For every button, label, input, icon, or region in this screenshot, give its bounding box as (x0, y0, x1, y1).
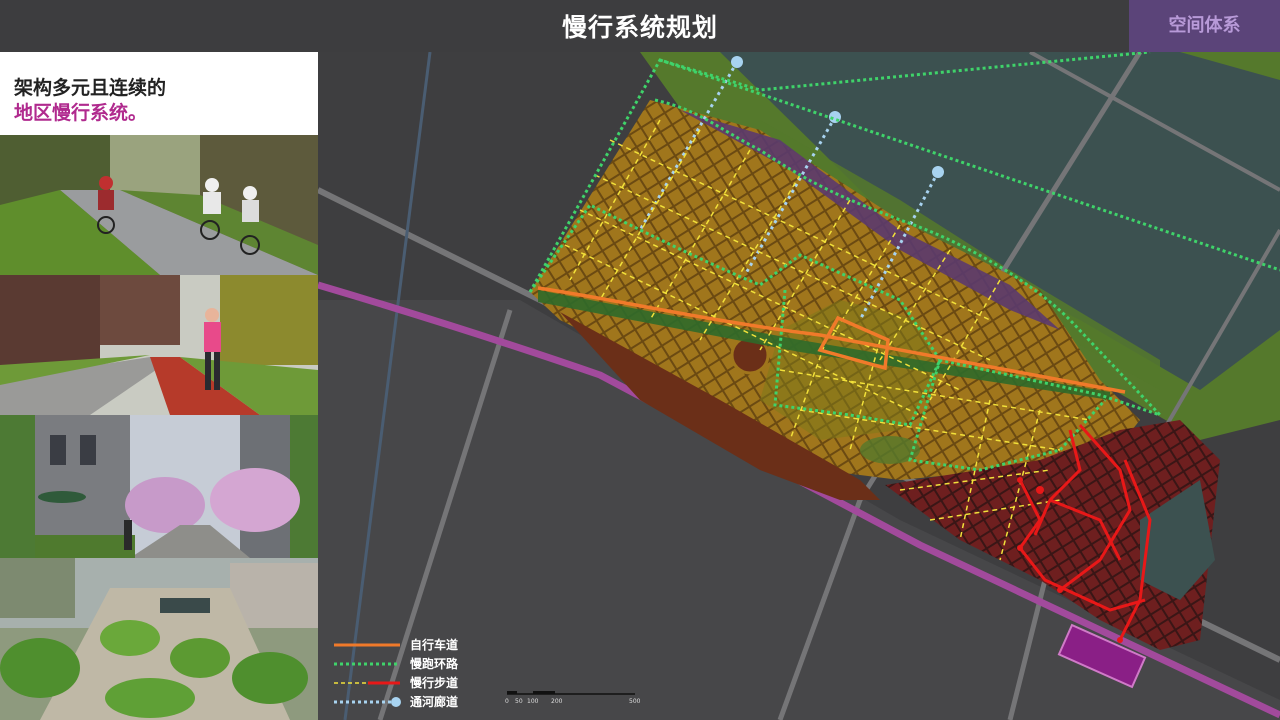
intro-line-1: 架构多元且连续的 (14, 77, 167, 99)
map-legend: 自行车道 慢跑环路 慢行步道 通河廊道 (332, 636, 492, 716)
photo-landscape-plaza (0, 558, 318, 720)
legend-item-jogging-loop: 慢跑环路 (332, 655, 492, 673)
legend-label: 通河廊道 (410, 695, 459, 709)
scale-bar: 0 50 100 200 500 (505, 688, 641, 708)
legend-label: 自行车道 (410, 638, 459, 652)
bike-lane-swatch (334, 643, 400, 647)
scale-tick: 0 (505, 698, 509, 705)
section-tab[interactable]: 空间体系 (1129, 0, 1280, 52)
intro-panel: 架构多元且连续的 地区慢行系统。 (0, 52, 318, 135)
legend-label: 慢行步道 (410, 676, 459, 690)
legend-item-bike-lane: 自行车道 (332, 636, 492, 654)
intro-line-2: 地区慢行系统。 (14, 102, 148, 124)
walkway-swatch (334, 681, 400, 685)
jogging-loop-swatch (334, 662, 400, 666)
legend-item-walkway: 慢行步道 (332, 674, 492, 692)
page-title: 慢行系统规划 (561, 13, 718, 42)
photo-cycling (0, 135, 318, 275)
scale-tick: 100 (527, 698, 539, 705)
header-bar: 慢行系统规划 空间体系 (0, 0, 1280, 52)
photo-pedestrian-street (0, 415, 318, 558)
scale-tick: 500 (629, 698, 640, 705)
plan-map (318, 52, 1280, 720)
river-corridor-swatch (334, 697, 401, 707)
legend-item-river-corridor: 通河廊道 (332, 693, 492, 711)
legend-label: 慢跑环路 (410, 657, 459, 671)
scale-tick: 200 (551, 698, 563, 705)
scale-tick: 50 (515, 698, 523, 705)
photo-jogging (0, 275, 318, 415)
